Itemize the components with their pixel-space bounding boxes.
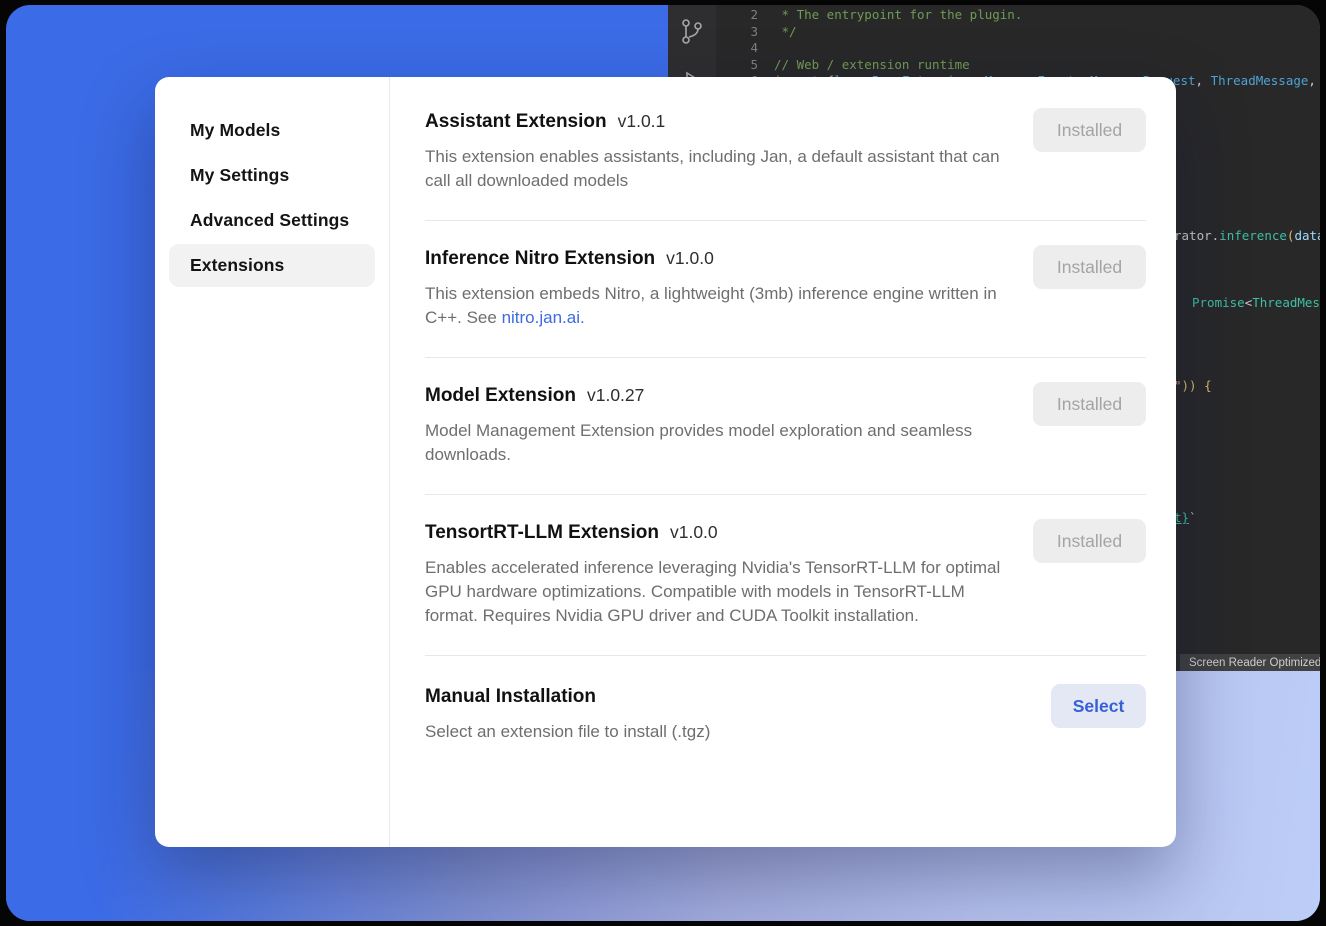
select-file-button[interactable]: Select	[1051, 684, 1146, 728]
extension-description: This extension embeds Nitro, a lightweig…	[425, 282, 1010, 330]
code-line: 2 * The entrypoint for the plugin.	[716, 7, 1320, 24]
code-text: * The entrypoint for the plugin.	[774, 7, 1320, 24]
code-line: 5// Web / extension runtime	[716, 57, 1320, 74]
extension-name: Manual Installation	[425, 686, 596, 707]
sidebar-item-label: Extensions	[190, 255, 284, 275]
code-fragment: Promise<ThreadMessage>	[1192, 295, 1320, 311]
extension-description: Model Management Extension provides mode…	[425, 419, 1010, 467]
code-line: 3 */	[716, 24, 1320, 41]
extension-action: Select	[1051, 684, 1146, 728]
screenshot-frame: 2 * The entrypoint for the plugin.3 */45…	[6, 5, 1320, 921]
code-text: // Web / extension runtime	[774, 57, 1320, 74]
extension-info: Model Extension v1.0.27 Model Management …	[425, 382, 1013, 467]
code-line: 4	[716, 40, 1320, 57]
extension-info: Inference Nitro Extension v1.0.0 This ext…	[425, 245, 1013, 330]
installed-button[interactable]: Installed	[1033, 519, 1146, 563]
sidebar-item-my-models[interactable]: My Models	[169, 109, 375, 152]
description-text: Enables accelerated inference leveraging…	[425, 558, 1000, 625]
extension-info: Assistant Extension v1.0.1 This extension…	[425, 108, 1013, 193]
description-text: This extension enables assistants, inclu…	[425, 147, 1000, 190]
description-text: Select an extension file to install (.tg…	[425, 722, 710, 741]
line-number: 5	[716, 57, 774, 74]
extensions-list: Assistant Extension v1.0.1 This extension…	[390, 77, 1176, 847]
line-number: 4	[716, 40, 774, 57]
sidebar-item-label: Advanced Settings	[190, 210, 349, 230]
extension-row: Model Extension v1.0.27 Model Management …	[425, 358, 1146, 495]
extension-name: Inference Nitro Extension	[425, 248, 655, 269]
installed-button[interactable]: Installed	[1033, 245, 1146, 289]
extension-link[interactable]: nitro.jan.ai.	[502, 308, 585, 327]
extension-title: Model Extension v1.0.27	[425, 382, 1013, 409]
screen-reader-optimized-status: Screen Reader Optimized	[1180, 654, 1320, 671]
extension-row: Manual Installation Select an extension …	[425, 656, 1146, 771]
extension-name: TensortRT-LLM Extension	[425, 522, 659, 543]
extension-action: Installed	[1033, 245, 1146, 289]
extension-title: Inference Nitro Extension v1.0.0	[425, 245, 1013, 272]
sidebar-item-extensions[interactable]: Extensions	[169, 244, 375, 287]
extension-description: This extension enables assistants, inclu…	[425, 145, 1010, 193]
extension-version: v1.0.1	[618, 111, 666, 131]
extension-name: Model Extension	[425, 385, 576, 406]
sidebar-item-my-settings[interactable]: My Settings	[169, 154, 375, 197]
description-text: Model Management Extension provides mode…	[425, 421, 972, 464]
extension-row: Assistant Extension v1.0.1 This extension…	[425, 93, 1146, 221]
installed-button[interactable]: Installed	[1033, 108, 1146, 152]
sidebar-item-advanced-settings[interactable]: Advanced Settings	[169, 199, 375, 242]
extension-version: v1.0.0	[666, 248, 714, 268]
code-fragment: rator.inference(data));	[1174, 228, 1320, 244]
extension-row: TensortRT-LLM Extension v1.0.0 Enables ac…	[425, 495, 1146, 656]
extension-version: v1.0.27	[587, 385, 644, 405]
installed-button[interactable]: Installed	[1033, 382, 1146, 426]
settings-card: My Models My Settings Advanced Settings …	[155, 77, 1176, 847]
extension-info: TensortRT-LLM Extension v1.0.0 Enables ac…	[425, 519, 1013, 628]
extension-version: v1.0.0	[670, 522, 718, 542]
extension-row: Inference Nitro Extension v1.0.0 This ext…	[425, 221, 1146, 358]
code-fragment: ")) {	[1174, 378, 1212, 394]
sidebar-item-label: My Settings	[190, 165, 289, 185]
sidebar-item-label: My Models	[190, 120, 280, 140]
source-control-icon	[679, 17, 705, 47]
code-fragment: t}`	[1174, 510, 1197, 526]
extension-action: Installed	[1033, 108, 1146, 152]
settings-sidebar: My Models My Settings Advanced Settings …	[155, 77, 390, 847]
extension-title: TensortRT-LLM Extension v1.0.0	[425, 519, 1013, 546]
code-text	[774, 40, 1320, 57]
extension-description: Select an extension file to install (.tg…	[425, 720, 1010, 744]
line-number: 2	[716, 7, 774, 24]
extension-action: Installed	[1033, 519, 1146, 563]
code-text: */	[774, 24, 1320, 41]
extension-action: Installed	[1033, 382, 1146, 426]
line-number: 3	[716, 24, 774, 41]
extension-name: Assistant Extension	[425, 111, 607, 132]
extension-description: Enables accelerated inference leveraging…	[425, 556, 1010, 628]
extension-info: Manual Installation Select an extension …	[425, 684, 1031, 744]
extension-title: Manual Installation	[425, 684, 1031, 710]
extension-title: Assistant Extension v1.0.1	[425, 108, 1013, 135]
